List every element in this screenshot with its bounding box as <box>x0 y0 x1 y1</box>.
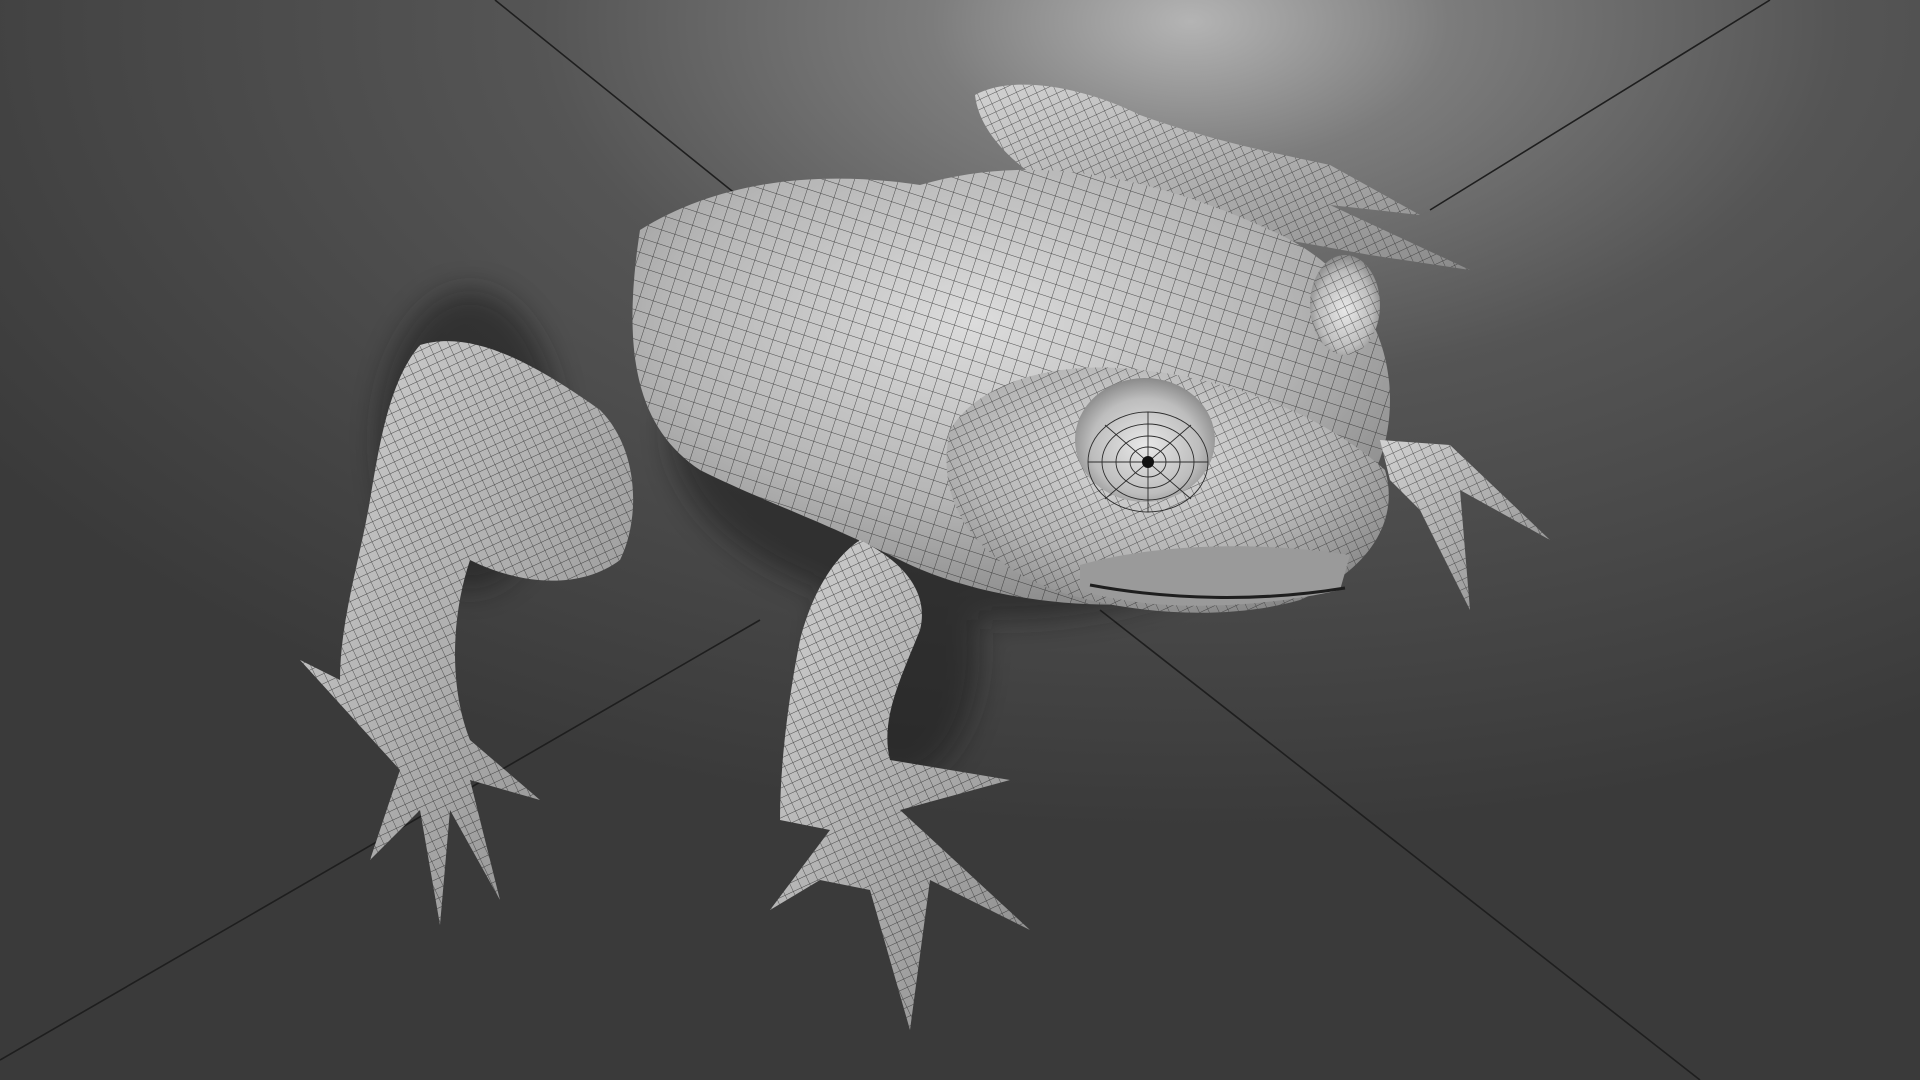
frog-eye-right <box>1310 255 1380 355</box>
frog-render-image <box>0 0 1920 1080</box>
render-viewport <box>0 0 1920 1080</box>
